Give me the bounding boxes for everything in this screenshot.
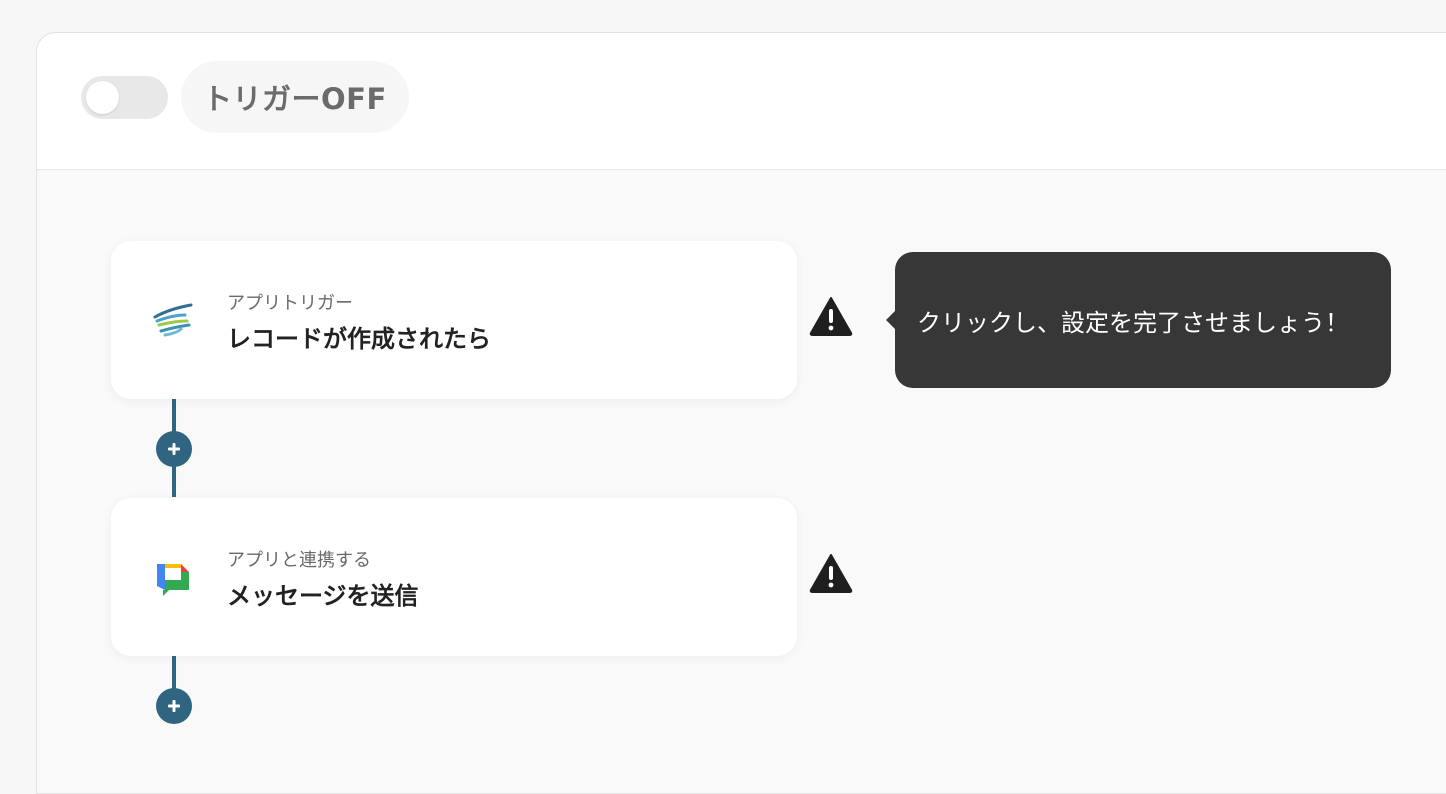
step-card-trigger[interactable]: アプリトリガー レコードが作成されたら (111, 241, 797, 399)
setup-tooltip: クリックし、設定を完了させましょう！ (886, 252, 1391, 388)
trigger-status-label: トリガーOFF (181, 61, 409, 133)
kintone-app-icon (151, 299, 195, 343)
flow-header: トリガーOFF (37, 33, 1446, 170)
plus-icon (168, 443, 180, 455)
step-title: メッセージを送信 (227, 582, 419, 610)
step-card-action[interactable]: アプリと連携する メッセージを送信 (111, 498, 797, 656)
flow-editor-panel: トリガーOFF アプリトリガー レコードが作成されたら クリックし、設定を完了さ… (36, 32, 1446, 794)
toggle-knob (86, 81, 119, 114)
add-step-button[interactable] (156, 431, 192, 467)
step-subtitle: アプリと連携する (227, 550, 371, 571)
step-subtitle: アプリトリガー (227, 293, 353, 314)
warning-icon[interactable] (809, 296, 853, 336)
step-title: レコードが作成されたら (227, 325, 491, 353)
warning-icon[interactable] (809, 553, 853, 593)
trigger-toggle[interactable] (81, 76, 168, 119)
add-step-button[interactable] (156, 688, 192, 724)
plus-icon (168, 700, 180, 712)
google-chat-app-icon (151, 556, 195, 600)
tooltip-arrow (886, 310, 896, 330)
tooltip-text: クリックし、設定を完了させましょう！ (917, 308, 1349, 337)
